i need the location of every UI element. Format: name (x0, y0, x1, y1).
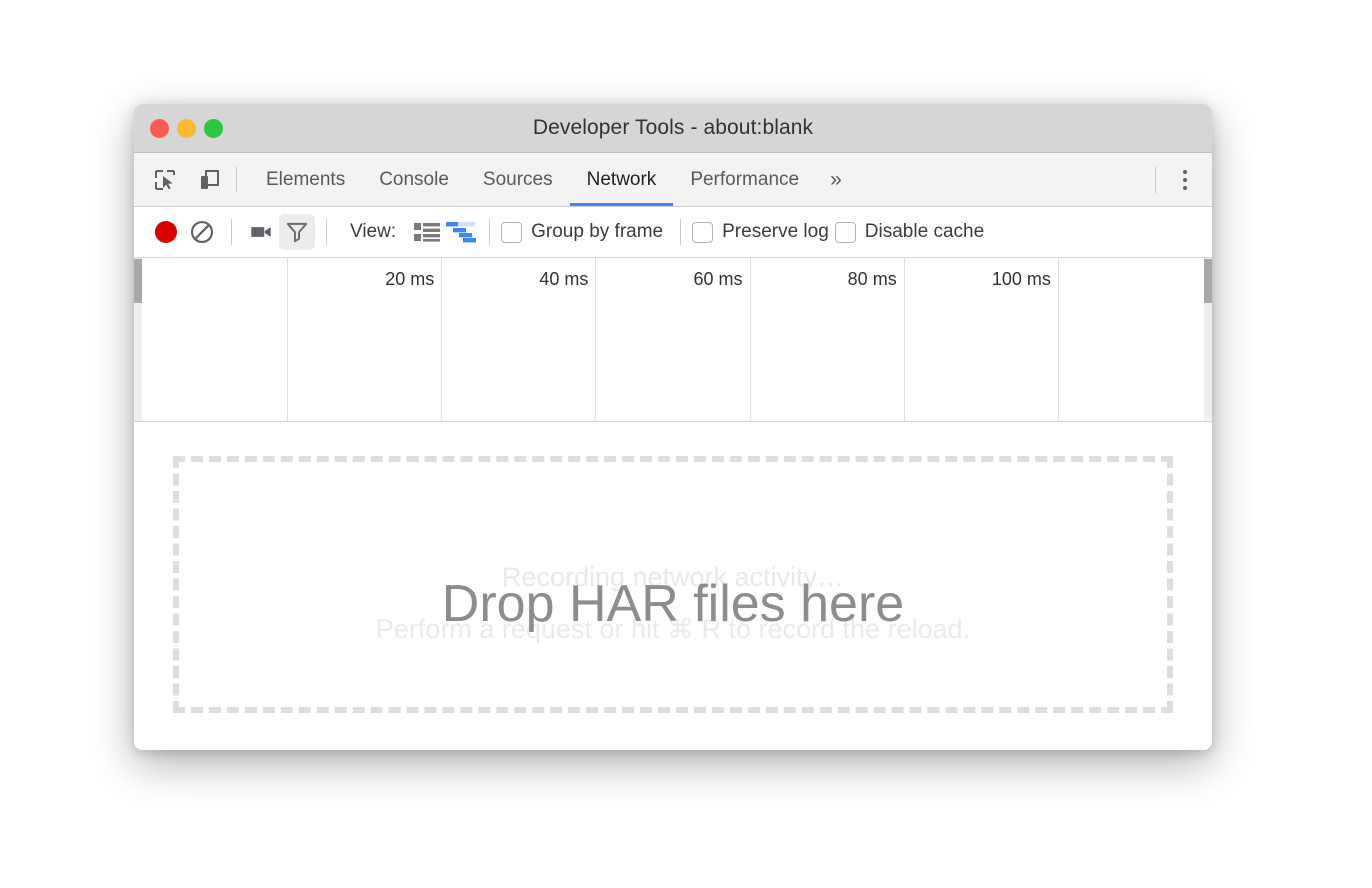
checkbox-label: Preserve log (722, 221, 829, 243)
view-label: View: (350, 221, 396, 243)
timeline-cell: 60 ms (596, 258, 750, 421)
toolbar-divider-1 (231, 219, 232, 245)
inspect-element-icon[interactable] (148, 163, 182, 197)
checkbox-preserve-log[interactable]: Preserve log (692, 221, 829, 243)
timeline-tick-label: 80 ms (848, 269, 897, 290)
tabbar-right-divider (1155, 167, 1156, 193)
timeline-scrollbar-thumb-left[interactable] (134, 259, 142, 303)
timeline-tick-label: 40 ms (539, 269, 588, 290)
record-button[interactable] (148, 214, 184, 250)
screenshot-button[interactable] (243, 214, 279, 250)
timeline-cell: 40 ms (442, 258, 596, 421)
filter-button[interactable] (279, 214, 315, 250)
drop-har-title: Drop HAR files here (134, 574, 1212, 634)
checkbox-disable-cache[interactable]: Disable cache (835, 221, 984, 243)
network-toolbar: View: Group by frame (134, 207, 1212, 258)
timeline-tick-label: 20 ms (385, 269, 434, 290)
timeline-cell (1059, 258, 1212, 421)
devtools-window: Developer Tools - about:blank Elements C… (134, 104, 1212, 750)
toolbar-divider-3 (489, 219, 490, 245)
timeline-cell: 80 ms (751, 258, 905, 421)
traffic-lights (150, 104, 223, 152)
tab-performance[interactable]: Performance (673, 153, 816, 206)
list-view-icon[interactable] (410, 217, 444, 247)
close-window-button[interactable] (150, 119, 169, 138)
more-tabs-button[interactable]: » (816, 153, 856, 206)
devtools-tabbar: Elements Console Sources Network Perform… (134, 153, 1212, 207)
clear-icon (189, 219, 215, 245)
kebab-menu-icon[interactable] (1174, 163, 1196, 197)
checkbox-label: Group by frame (531, 221, 663, 243)
checkbox-group-by-frame[interactable]: Group by frame (501, 221, 663, 243)
tabbar-right-group (1155, 153, 1212, 206)
timeline-cell (134, 258, 288, 421)
drop-area-messages: Recording network activity… Perform a re… (134, 422, 1212, 750)
timeline-grid: 20 ms 40 ms 60 ms 80 ms 100 ms (134, 258, 1212, 421)
checkbox-box[interactable] (692, 222, 713, 243)
toolbar-divider-2 (326, 219, 327, 245)
timeline-tick-label: 60 ms (694, 269, 743, 290)
device-toolbar-icon[interactable] (192, 163, 226, 197)
timeline-cell: 20 ms (288, 258, 442, 421)
waterfall-view-icon[interactable] (444, 217, 478, 247)
timeline-scrollbar-thumb-right[interactable] (1204, 259, 1212, 303)
tab-console[interactable]: Console (362, 153, 466, 206)
timeline-cell: 100 ms (905, 258, 1059, 421)
window-title: Developer Tools - about:blank (134, 116, 1212, 140)
checkbox-label: Disable cache (865, 221, 984, 243)
tabbar-divider (236, 167, 237, 192)
tab-elements[interactable]: Elements (249, 153, 362, 206)
record-icon (155, 221, 177, 243)
tabbar-tool-icons (134, 153, 226, 206)
clear-button[interactable] (184, 214, 220, 250)
checkbox-box[interactable] (835, 222, 856, 243)
tab-network[interactable]: Network (570, 153, 674, 206)
maximize-window-button[interactable] (204, 119, 223, 138)
tabbar-tabs: Elements Console Sources Network Perform… (249, 153, 856, 206)
timeline-tick-label: 100 ms (992, 269, 1051, 290)
minimize-window-button[interactable] (177, 119, 196, 138)
toolbar-divider-4 (680, 219, 681, 245)
screenshot-camera-icon (248, 219, 274, 245)
har-drop-area[interactable]: Recording network activity… Perform a re… (134, 422, 1212, 750)
checkbox-box[interactable] (501, 222, 522, 243)
window-titlebar: Developer Tools - about:blank (134, 104, 1212, 153)
filter-funnel-icon (284, 219, 310, 245)
network-timeline-overview[interactable]: 20 ms 40 ms 60 ms 80 ms 100 ms (134, 258, 1212, 422)
tab-sources[interactable]: Sources (466, 153, 570, 206)
